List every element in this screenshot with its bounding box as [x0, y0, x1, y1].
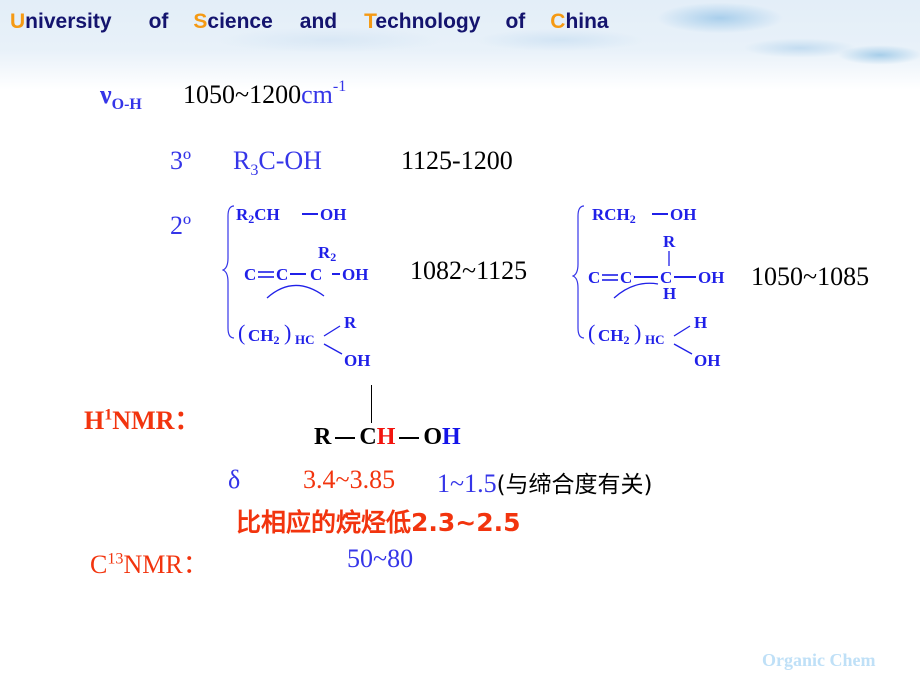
svg-text:OH: OH [698, 268, 724, 287]
svg-text:OH: OH [320, 205, 346, 224]
alcohol-structure: R CH OH [314, 424, 461, 450]
svg-text:OH: OH [342, 265, 368, 284]
header-word: and [299, 10, 338, 33]
svg-text:R2: R2 [318, 243, 336, 264]
svg-text:C: C [310, 265, 322, 284]
svg-text:R: R [344, 313, 357, 332]
header-word: of [505, 10, 526, 33]
ch-shift: 3.4~3.85 [303, 465, 396, 494]
svg-text:H: H [694, 313, 707, 332]
alpha-hydrogen: H [376, 424, 396, 450]
nu-symbol: ν [100, 80, 112, 109]
structure-cyclic: CH2 [248, 326, 280, 347]
header-word: of [148, 10, 169, 33]
structure-rch2-oh: RCH2 [592, 205, 636, 226]
svg-text:C: C [620, 268, 632, 287]
svg-text:OH: OH [670, 205, 696, 224]
watermark: Organic Chem [762, 650, 876, 670]
svg-text:R: R [663, 232, 676, 251]
h-nmr-label: H1NMR： [84, 406, 201, 435]
svg-text:HC: HC [295, 332, 315, 347]
svg-text:): ) [284, 320, 291, 345]
hydroxyl-hydrogen: H [442, 424, 461, 450]
header-word: Technology [364, 10, 481, 33]
nu-subscript: O-H [111, 96, 142, 113]
svg-text:HC: HC [645, 332, 665, 347]
tertiary-label: 3º [170, 146, 192, 175]
structure-allylic: C [588, 268, 600, 287]
header-title: University of Science and Technology of China [10, 10, 609, 34]
svg-text:OH: OH [694, 351, 720, 370]
oh-shift: 1~1.5(与缔合度有关) [437, 469, 653, 498]
tertiary-formula: R3C-OH [233, 146, 322, 180]
header-word: University [10, 10, 112, 33]
bond-vertical [371, 385, 372, 423]
comparison-note: 比相应的烷烃低2.3~2.5 [236, 508, 521, 537]
structure-allylic: C [244, 265, 256, 284]
tertiary-range: 1125-1200 [401, 146, 513, 175]
structure-cyclic: CH2 [598, 326, 630, 347]
secondary-label: 2º [170, 211, 192, 240]
brace-icon [222, 205, 235, 339]
ir-heading: νO-H [100, 80, 142, 113]
c-nmr-shift: 50~80 [347, 544, 414, 573]
c-nmr-label: C13NMR： [90, 550, 209, 579]
svg-text:H: H [663, 284, 676, 303]
svg-text:): ) [634, 320, 641, 345]
svg-text:(: ( [238, 320, 245, 345]
brace-icon [572, 205, 585, 339]
delta-symbol: δ [228, 465, 241, 494]
header-word: China [550, 10, 609, 33]
header-word: Science [193, 10, 273, 33]
primary-structures: RCH2 OH R C C C OH H ( CH2 ) HC H OH [572, 205, 724, 370]
svg-text:C: C [276, 265, 288, 284]
secondary-range: 1082~1125 [410, 256, 528, 285]
secondary-structures: R2CH OH R2 C C C OH ( CH2 ) HC R OH [222, 205, 370, 370]
primary-range: 1050~1085 [751, 262, 870, 291]
svg-text:OH: OH [344, 351, 370, 370]
structure-r2ch-oh: R2CH [236, 205, 280, 226]
svg-text:(: ( [588, 320, 595, 345]
ir-range: 1050~1200cm-1 [183, 78, 347, 109]
